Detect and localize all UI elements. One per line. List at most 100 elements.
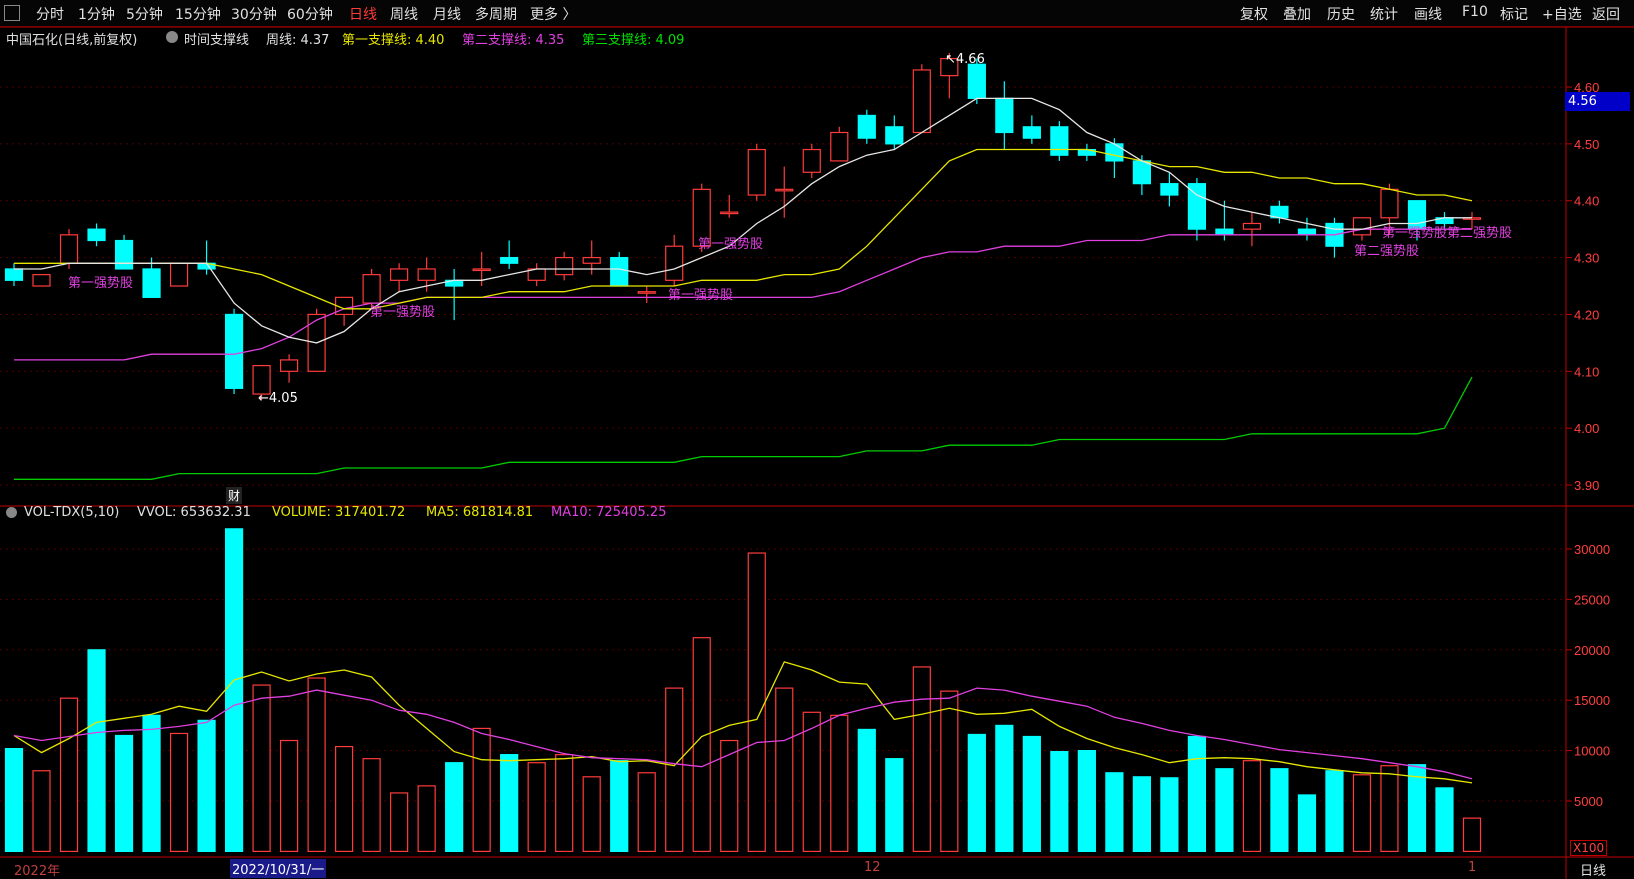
volume-bar (610, 760, 629, 852)
candle-body (885, 126, 904, 145)
price-plot (4, 52, 1482, 480)
strong-label-4: 第一强势股 (698, 237, 764, 252)
volume-tick-label: 30000 (1574, 542, 1610, 557)
candle-body (912, 69, 931, 134)
volume-bar (1242, 760, 1262, 852)
volume-bar (445, 762, 464, 852)
candle-body (830, 131, 849, 162)
candle-body (87, 228, 106, 242)
volume-bar (967, 733, 986, 852)
volume-bar (1187, 735, 1207, 852)
support3-line (14, 376, 1473, 480)
volume-bar (307, 677, 326, 852)
candle-body (637, 291, 656, 294)
candle-body (1380, 188, 1399, 219)
volume-bar (555, 754, 574, 853)
volume-tick-label: 5000 (1574, 794, 1603, 809)
volume-bar (1462, 817, 1482, 852)
vol-settings-icon[interactable] (6, 507, 17, 518)
volume-bar (1050, 751, 1069, 852)
month-12-label: 12 (864, 860, 881, 875)
candle-body (4, 268, 24, 281)
candle-body (720, 211, 739, 215)
volume-bar (940, 690, 959, 852)
volume-bar (87, 649, 106, 852)
current-price-badge: 4.56 (1565, 92, 1630, 111)
month-1-label: 1 (1468, 860, 1477, 875)
candle-body (555, 256, 574, 276)
volume-bar (1105, 772, 1124, 853)
strong-label-6: 第一强势股第二强势股 (1382, 226, 1513, 241)
volume-bar (582, 776, 601, 852)
candle-body (857, 114, 876, 139)
settings-icon[interactable] (166, 31, 178, 43)
volume-bar (830, 714, 849, 853)
candle-body (1215, 228, 1234, 236)
candle-body (967, 63, 986, 99)
candle-body (1132, 160, 1151, 185)
price-tick-label: 3.90 (1574, 478, 1599, 493)
volume-bar (995, 724, 1014, 853)
candle-body (142, 268, 161, 298)
volume-bar (692, 637, 711, 852)
candle-body (169, 262, 189, 287)
volume-bar (527, 762, 546, 852)
volume-value: VOLUME: 317401.72 (272, 505, 406, 520)
indicator-name: 时间支撑线 (184, 33, 250, 48)
volume-bar (1132, 776, 1151, 852)
ma-line (14, 97, 1472, 344)
vvol-value: VVOL: 653632.31 (137, 505, 251, 520)
volume-bar (1160, 777, 1179, 852)
volume-bar (472, 727, 491, 853)
volume-bar (390, 792, 409, 852)
volume-unit: X100 (1570, 840, 1608, 856)
vol-ma5-value: MA5: 681814.81 (426, 505, 534, 520)
volume-bar (4, 747, 24, 852)
candle-body (1105, 143, 1124, 162)
volume-bar (912, 666, 931, 852)
candle-body (59, 234, 79, 264)
volume-bar (775, 687, 794, 853)
candle-body (1352, 217, 1372, 236)
year-label: 2022年 (14, 864, 61, 879)
stock-chart[interactable]: 4.604.504.404.304.204.104.003.9030000250… (0, 0, 1634, 879)
volume-tick-label: 15000 (1574, 693, 1610, 708)
volume-bar (114, 734, 134, 852)
cursor-date-label: 2022/10/31/一 (230, 859, 327, 878)
candle-body (802, 148, 821, 173)
volume-bar (500, 754, 519, 853)
volume-bar (224, 528, 244, 853)
candle-body (114, 239, 134, 270)
volume-bar (1352, 774, 1372, 852)
period-label: 日线 (1580, 864, 1607, 879)
candle-body (279, 359, 299, 372)
volume-bar (665, 687, 684, 853)
price-tick-label: 4.40 (1574, 194, 1599, 209)
volume-bar (59, 697, 79, 853)
volume-bar (252, 684, 271, 853)
candle-body (252, 365, 271, 395)
candle-body (1160, 183, 1179, 196)
high-marker: ↖4.66 (945, 52, 985, 67)
volume-bar (1077, 749, 1096, 852)
candle-body (362, 274, 381, 304)
support3-value: 第三支撑线: 4.09 (582, 33, 685, 48)
finance-marker[interactable]: 财 (226, 487, 243, 504)
volume-bar (747, 552, 766, 852)
low-marker: ←4.05 (258, 391, 298, 406)
support2-value: 第二支撑线: 4.35 (462, 33, 565, 48)
volume-bar (279, 739, 299, 853)
candle-body (390, 268, 409, 281)
volume-bar (857, 728, 876, 853)
candle-body (1297, 228, 1317, 236)
strong-label-2: 第一强势股 (370, 305, 436, 320)
volume-bar (169, 732, 189, 852)
candle-body (582, 256, 601, 264)
candle-body (472, 268, 491, 272)
candle-body (1242, 222, 1262, 230)
volume-bar (335, 745, 354, 852)
volume-bar (1380, 765, 1399, 852)
volume-tick-label: 25000 (1574, 592, 1610, 607)
candle-body (224, 313, 244, 389)
volume-bar (802, 711, 821, 853)
